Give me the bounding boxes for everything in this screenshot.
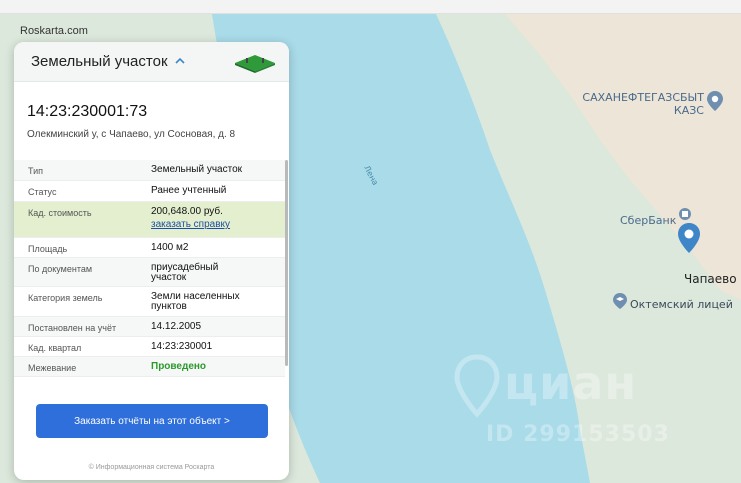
chevron-up-icon[interactable] <box>174 55 186 67</box>
row-value: 1400 м2 <box>151 242 189 253</box>
row-key: Межевание <box>28 363 77 373</box>
site-label: Roskarta.com <box>20 25 88 37</box>
cadastral-number: 14:23:230001:73 <box>27 103 148 120</box>
row-key: Площадь <box>28 244 68 254</box>
row-value: приусадебный участок <box>137 258 285 286</box>
row-value: Ранее учтенный <box>151 185 227 196</box>
table-row: Кад. стоимость 200,648.00 руб. заказать … <box>14 202 285 238</box>
bank-label: СберБанк <box>620 214 677 227</box>
school-icon[interactable] <box>612 292 628 310</box>
row-key: Тип <box>28 166 44 176</box>
row-key: По документам <box>28 264 93 274</box>
info-card: Земельный участок 14:23:230001:73 Олекми… <box>14 42 289 480</box>
row-value: 200,648.00 руб. заказать справку <box>137 202 285 237</box>
card-footer: © Информационная система Роскарта <box>88 464 215 471</box>
row-value: 14:23:230001 <box>151 341 213 352</box>
city-label: Чапаево <box>684 272 737 286</box>
order-reports-button[interactable]: Заказать отчёты на этот объект > <box>36 404 268 438</box>
row-key: Кад. стоимость <box>28 208 92 218</box>
watermark-pin-icon <box>454 354 500 418</box>
row-key: Категория земель <box>28 293 103 303</box>
watermark-brand: циан <box>504 356 638 410</box>
table-row: Постановлен на учёт 14.12.2005 <box>14 317 285 337</box>
location-pin-icon[interactable] <box>677 222 701 254</box>
table-row: Тип Земельный участок <box>14 160 285 181</box>
table-scrollbar[interactable] <box>285 160 288 366</box>
watermark-id: ID 299153503 <box>486 422 670 447</box>
table-row: Кад. квартал 14:23:230001 <box>14 337 285 357</box>
row-value: 14.12.2005 <box>151 321 202 332</box>
table-row: Категория земель Земли населенных пункто… <box>14 287 285 317</box>
row-value: Земельный участок <box>151 164 243 175</box>
row-key: Постановлен на учёт <box>28 323 117 333</box>
row-key: Статус <box>28 187 57 197</box>
properties-table: Тип Земельный участок Статус Ранее учтен… <box>14 160 285 377</box>
row-value: Проведено <box>151 361 207 372</box>
table-row: По документам приусадебный участок <box>14 258 285 287</box>
gas-station-pin-icon[interactable] <box>706 90 724 112</box>
table-row: Площадь 1400 м2 <box>14 238 285 258</box>
gas-station-label: САХАНЕФТЕГАЗСБЫТ КАЗС <box>580 91 704 117</box>
gas-station-name: САХАНЕФТЕГАЗСБЫТ <box>582 91 704 104</box>
card-header[interactable]: Земельный участок <box>14 42 289 82</box>
cian-watermark: циан ID 299153503 <box>452 352 712 462</box>
school-label: Октемский лицей <box>630 298 733 311</box>
address: Олекминский у, с Чапаево, ул Сосновая, д… <box>27 129 236 140</box>
row-key: Кад. квартал <box>28 343 82 353</box>
card-title: Земельный участок <box>31 53 168 70</box>
table-row: Статус Ранее учтенный <box>14 181 285 202</box>
gas-station-sub: КАЗС <box>673 104 704 117</box>
row-value: Земли населенных пунктов <box>137 287 285 316</box>
table-row: Межевание Проведено <box>14 357 285 377</box>
order-certificate-link[interactable]: заказать справку <box>151 219 230 230</box>
row-value-line2: пунктов <box>151 301 187 312</box>
cost-value: 200,648.00 руб. <box>151 206 223 217</box>
top-strip <box>0 0 741 14</box>
row-value-line2: участок <box>151 272 187 283</box>
bank-icon[interactable] <box>678 207 692 221</box>
land-plot-icon <box>235 55 275 73</box>
